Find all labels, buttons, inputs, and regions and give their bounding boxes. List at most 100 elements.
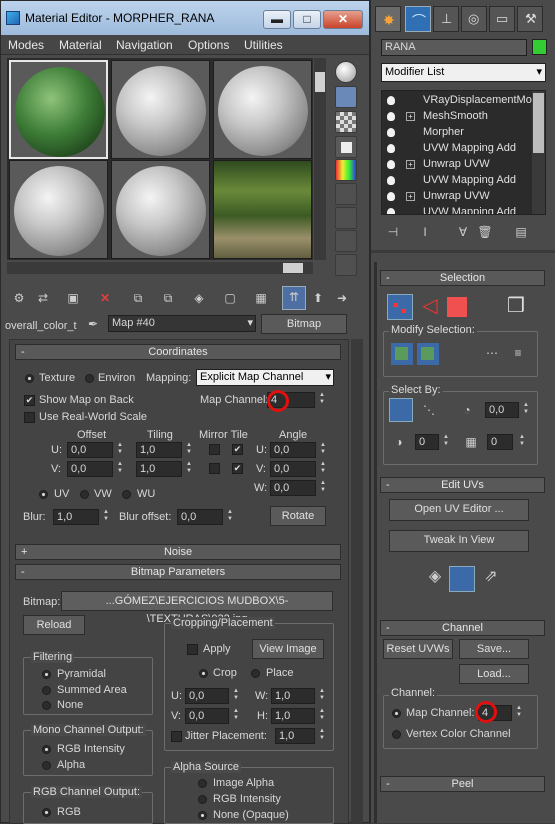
save-button[interactable]: Save... [459, 639, 529, 659]
u-angle-field[interactable]: 0,0 [270, 442, 316, 458]
smoothing-group-field[interactable]: 0 [415, 434, 439, 450]
select-by-material-icon[interactable] [335, 230, 357, 252]
planar-angle-field[interactable]: 0,0 [485, 402, 519, 418]
blur-field[interactable]: 1,0 [53, 509, 99, 525]
close-button[interactable]: ✕ [323, 10, 363, 29]
open-uv-editor-button[interactable]: Open UV Editor ... [389, 499, 529, 521]
load-button[interactable]: Load... [459, 664, 529, 684]
face-select-icon[interactable] [447, 297, 467, 317]
u-mirror-checkbox[interactable] [209, 444, 220, 455]
edit-uvs-rollout-header[interactable]: - Edit UVs [380, 477, 545, 493]
crop-w-field[interactable]: 1,0 [271, 688, 315, 704]
u-tiling-field[interactable]: 1,0 [136, 442, 182, 458]
tweak-in-view-button[interactable]: Tweak In View [389, 530, 529, 552]
remove-modifier-icon[interactable]: 🗑 [475, 222, 495, 242]
shrink-selection-icon[interactable] [417, 343, 439, 365]
lightbulb-icon[interactable] [387, 144, 395, 153]
reload-button[interactable]: Reload [23, 615, 85, 635]
scroll-thumb[interactable] [315, 72, 325, 92]
map-channel-spinner[interactable]: ▲ ▼ [514, 705, 524, 721]
use-real-world-checkbox[interactable] [24, 412, 35, 423]
none-radio[interactable] [42, 701, 51, 710]
make-unique-icon[interactable]: ⧉ [158, 288, 178, 308]
sample-slot-1[interactable] [9, 60, 108, 159]
lightbulb-icon[interactable] [387, 112, 395, 121]
expand-icon[interactable]: + [406, 192, 415, 201]
maximize-button[interactable]: □ [293, 10, 321, 29]
bitmap-parameters-header[interactable]: - Bitmap Parameters [15, 564, 341, 580]
show-end-result-icon[interactable]: ⇈ [282, 286, 306, 310]
map-channel-spinner[interactable]: ▲ ▼ [317, 392, 327, 408]
v-offset-spinner[interactable]: ▲ ▼ [115, 461, 125, 477]
crop-v-field[interactable]: 0,0 [185, 708, 229, 724]
view-image-button[interactable]: View Image [252, 639, 324, 659]
go-forward-sibling-icon[interactable]: ➜ [332, 288, 352, 308]
material-id-field[interactable]: 0 [487, 434, 513, 450]
blur-spinner[interactable]: ▲ ▼ [101, 509, 111, 525]
stack-item[interactable]: UVW Mapping Add [382, 173, 522, 189]
environ-radio[interactable] [85, 374, 94, 383]
vertex-color-radio[interactable] [392, 730, 401, 739]
stack-scrollbar[interactable] [532, 91, 545, 214]
image-alpha-radio[interactable] [198, 779, 207, 788]
v-tiling-spinner[interactable]: ▲ ▼ [184, 461, 194, 477]
alpha-rgb-intensity-radio[interactable] [198, 795, 207, 804]
slots-vscroll[interactable] [314, 58, 326, 260]
jitter-checkbox[interactable] [171, 731, 182, 742]
coordinates-rollout-header[interactable]: - Coordinates [15, 344, 341, 360]
minimize-button[interactable]: ▬ [263, 10, 291, 29]
v-angle-spinner[interactable]: ▲ ▼ [318, 461, 328, 477]
crop-h-field[interactable]: 1,0 [271, 708, 315, 724]
map-name-field[interactable]: Map #40 ▾ [108, 315, 256, 332]
place-radio[interactable] [251, 669, 260, 678]
sample-slot-4[interactable] [9, 160, 108, 259]
make-preview-icon[interactable] [335, 183, 357, 205]
uv-radio[interactable] [39, 490, 48, 499]
mapping-dropdown[interactable]: Explicit Map Channel ▾ [196, 369, 334, 386]
material-navigator-icon[interactable] [335, 254, 357, 276]
map-channel-radio[interactable] [392, 709, 401, 718]
w-angle-spinner[interactable]: ▲ ▼ [318, 480, 328, 496]
lightbulb-icon[interactable] [387, 160, 395, 169]
stack-item[interactable]: + Unwrap UVW [382, 189, 522, 205]
expand-icon[interactable]: + [406, 160, 415, 169]
none-opaque-radio[interactable] [198, 811, 207, 820]
hierarchy-tab-icon[interactable]: ⊥ [433, 6, 459, 32]
sample-slot-3[interactable] [213, 60, 312, 159]
modifier-list-dropdown[interactable]: Modifier List ▾ [381, 63, 546, 82]
element-select-icon[interactable]: ❒ [503, 294, 529, 320]
object-name-field[interactable]: RANA [381, 39, 527, 56]
bitmap-path-button[interactable]: ...GÓMEZ\EJERCICIOS MUDBOX\5-\TEXTURAS\0… [61, 591, 333, 625]
v-tile-checkbox[interactable]: ✔ [232, 463, 243, 474]
u-offset-spinner[interactable]: ▲ ▼ [115, 442, 125, 458]
lightbulb-icon[interactable] [387, 176, 395, 185]
object-color-swatch[interactable] [532, 39, 547, 55]
w-angle-field[interactable]: 0,0 [270, 480, 316, 496]
quick-planar-map-icon[interactable]: ◈ [423, 567, 447, 591]
menu-navigation[interactable]: Navigation [116, 38, 173, 52]
apply-checkbox[interactable] [187, 644, 198, 655]
rotate-button[interactable]: Rotate [270, 506, 326, 526]
stack-item[interactable]: VRayDisplacementMo [382, 93, 532, 109]
create-tab-icon[interactable]: ✸ [375, 6, 401, 32]
stack-item[interactable]: + Unwrap UVW [382, 157, 522, 173]
crop-v-spinner[interactable]: ▲ ▼ [231, 708, 241, 724]
stack-item[interactable]: + MeshSmooth [382, 109, 522, 125]
reset-map-icon[interactable]: ✕ [95, 288, 115, 308]
show-shaded-icon[interactable]: ▦ [251, 288, 271, 308]
rollout-scrollbar[interactable] [351, 339, 363, 824]
v-tiling-field[interactable]: 1,0 [136, 461, 182, 477]
lightbulb-icon[interactable] [387, 192, 395, 201]
backlight-icon[interactable] [335, 86, 357, 108]
crop-radio[interactable] [199, 669, 208, 678]
select-by-smoothing-icon[interactable]: ◑ [389, 432, 409, 452]
u-angle-spinner[interactable]: ▲ ▼ [318, 442, 328, 458]
make-unique-icon[interactable]: ∀ [453, 222, 473, 242]
material-id-icon[interactable]: ▢ [220, 288, 240, 308]
v-angle-field[interactable]: 0,0 [270, 461, 316, 477]
stack-item[interactable]: UVW Mapping Add [382, 205, 522, 214]
put-to-library-icon[interactable]: ◈ [189, 288, 209, 308]
select-by-material-id-icon[interactable]: ▦ [461, 432, 481, 452]
menu-options[interactable]: Options [188, 38, 229, 52]
menu-material[interactable]: Material [59, 38, 102, 52]
